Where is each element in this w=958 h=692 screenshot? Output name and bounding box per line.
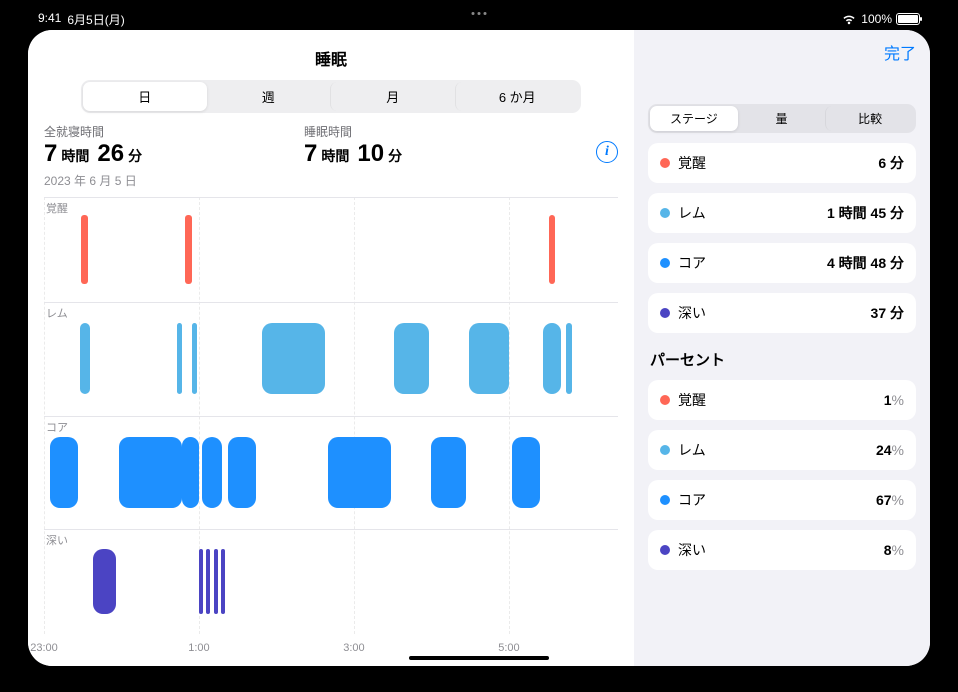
duration-row-deep[interactable]: 深い 37 分 bbox=[648, 293, 916, 333]
dot-deep-icon bbox=[660, 308, 670, 318]
wifi-icon bbox=[841, 13, 857, 25]
time-axis-label: 1:00 bbox=[188, 642, 209, 654]
time-axis-label: 23:00 bbox=[30, 642, 58, 654]
sleep-bar-core bbox=[431, 437, 465, 507]
sleep-bar-rem bbox=[262, 323, 325, 393]
sleep-bar-rem bbox=[543, 323, 560, 393]
sleep-bar-core bbox=[182, 437, 199, 507]
percent-row-awake[interactable]: 覚醒 1% bbox=[648, 380, 916, 420]
side-tab-compare[interactable]: 比較 bbox=[825, 106, 914, 131]
stage-band-label-rem: レム bbox=[46, 305, 68, 321]
sleep-bar-core bbox=[328, 437, 391, 507]
sleep-bar-rem bbox=[177, 323, 182, 393]
sleep-bar-core bbox=[119, 437, 182, 507]
multitask-dots-icon[interactable] bbox=[472, 12, 487, 15]
range-tab-6month[interactable]: 6 か月 bbox=[455, 82, 580, 111]
percent-row-deep[interactable]: 深い 8% bbox=[648, 530, 916, 570]
dot-deep-icon bbox=[660, 545, 670, 555]
percent-row-core[interactable]: コア 67% bbox=[648, 480, 916, 520]
summary-date: 2023 年 6 月 5 日 bbox=[44, 172, 618, 189]
dot-rem-icon bbox=[660, 208, 670, 218]
in-bed-value: 7時間 26分 bbox=[44, 140, 264, 168]
range-segmented[interactable]: 日 週 月 6 か月 bbox=[81, 80, 581, 113]
sleep-bar-core bbox=[228, 437, 257, 507]
range-tab-month[interactable]: 月 bbox=[330, 82, 455, 111]
duration-row-rem[interactable]: レム 1 時間 45 分 bbox=[648, 193, 916, 233]
in-bed-label: 全就寝時間 bbox=[44, 123, 264, 140]
dot-rem-icon bbox=[660, 445, 670, 455]
battery-pct: 100% bbox=[861, 12, 892, 26]
side-panel: 完了 ステージ 量 比較 覚醒 6 分 レム 1 時間 45 分 コア 4 時間… bbox=[634, 30, 930, 666]
stage-band-label-awake: 覚醒 bbox=[46, 200, 68, 216]
range-tab-day[interactable]: 日 bbox=[83, 82, 207, 111]
sleep-bar-rem bbox=[566, 323, 572, 393]
sleep-bar-deep bbox=[199, 549, 203, 614]
sleep-chart[interactable]: 覚醒レムコア深い 23:001:003:005:00 bbox=[44, 197, 618, 656]
side-segmented[interactable]: ステージ 量 比較 bbox=[648, 104, 916, 133]
side-tab-amounts[interactable]: 量 bbox=[738, 106, 826, 131]
duration-row-core[interactable]: コア 4 時間 48 分 bbox=[648, 243, 916, 283]
range-tab-week[interactable]: 週 bbox=[207, 82, 331, 111]
status-time: 9:41 bbox=[38, 11, 61, 28]
dot-awake-icon bbox=[660, 158, 670, 168]
asleep-label: 睡眠時間 bbox=[304, 123, 524, 140]
sleep-bar-rem bbox=[394, 323, 428, 393]
status-date: 6月5日(月) bbox=[67, 11, 124, 28]
sleep-bar-rem bbox=[192, 323, 197, 393]
sleep-bar-rem bbox=[469, 323, 509, 393]
sleep-bar-deep bbox=[221, 549, 225, 614]
done-button[interactable]: 完了 bbox=[884, 40, 916, 64]
percent-row-rem[interactable]: レム 24% bbox=[648, 430, 916, 470]
home-indicator[interactable] bbox=[409, 656, 549, 660]
info-icon[interactable]: i bbox=[596, 141, 618, 163]
percent-title: パーセント bbox=[650, 349, 914, 370]
side-tab-stages[interactable]: ステージ bbox=[650, 106, 738, 131]
dot-core-icon bbox=[660, 495, 670, 505]
sleep-bar-rem bbox=[80, 323, 90, 393]
sleep-bar-deep bbox=[214, 549, 218, 614]
stage-band-label-core: コア bbox=[46, 419, 68, 435]
page-title: 睡眠 bbox=[315, 46, 347, 70]
main-panel: 睡眠 日 週 月 6 か月 全就寝時間 7時間 26分 睡眠時間 bbox=[28, 30, 634, 666]
sleep-bar-awake bbox=[549, 215, 555, 283]
sleep-bar-awake bbox=[185, 215, 192, 283]
sleep-bar-core bbox=[50, 437, 79, 507]
sleep-bar-deep bbox=[206, 549, 210, 614]
dot-core-icon bbox=[660, 258, 670, 268]
duration-row-awake[interactable]: 覚醒 6 分 bbox=[648, 143, 916, 183]
time-axis-label: 3:00 bbox=[343, 642, 364, 654]
sleep-bar-core bbox=[512, 437, 541, 507]
sleep-bar-core bbox=[202, 437, 222, 507]
sleep-bar-awake bbox=[81, 215, 88, 283]
asleep-value: 7時間 10分 bbox=[304, 140, 524, 168]
dot-awake-icon bbox=[660, 395, 670, 405]
time-axis-label: 5:00 bbox=[498, 642, 519, 654]
sleep-bar-deep bbox=[93, 549, 116, 614]
battery-icon bbox=[896, 13, 920, 25]
stage-band-label-deep: 深い bbox=[46, 532, 68, 548]
